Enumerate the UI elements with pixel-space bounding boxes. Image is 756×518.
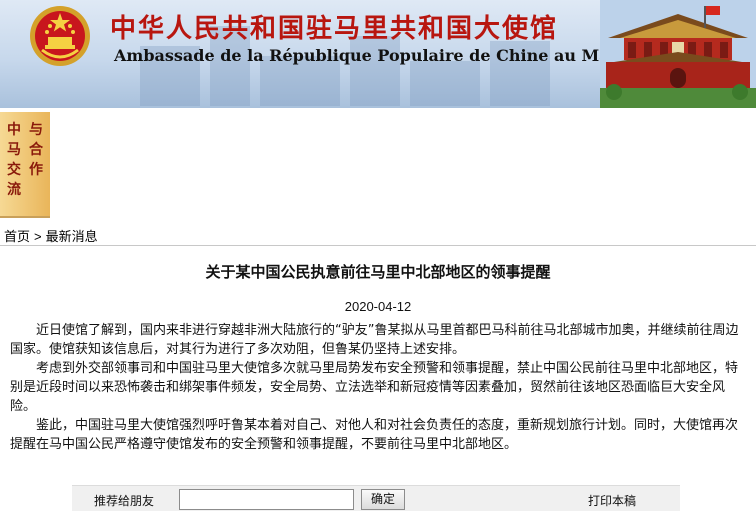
recommend-email-input[interactable] [179,489,354,510]
breadcrumb-section-link[interactable]: 最新消息 [46,229,98,244]
china-mali-cooperation-tag[interactable]: 中马交流 与合作 [0,112,50,216]
national-emblem-icon [30,6,90,66]
breadcrumb-divider [0,245,756,246]
sidetag-col1: 中马交流 [7,122,21,198]
sidetag-divider [0,216,50,218]
breadcrumb-separator: > [34,229,42,244]
article-title: 关于某中国公民执意前往马里中北部地区的领事提醒 [205,263,551,281]
article-body: 近日使馆了解到，国内来非进行穿越非洲大陆旅行的“驴友”鲁某拟从马里首都巴马科前往… [10,321,744,454]
article-paragraph: 近日使馆了解到，国内来非进行穿越非洲大陆旅行的“驴友”鲁某拟从马里首都巴马科前往… [10,323,739,357]
print-link[interactable]: 打印本稿 [588,492,636,509]
site-title-cn: 中华人民共和国驻马里共和国大使馆 [110,14,559,44]
article-toolbar: 推荐给朋友 确定 打印本稿 [72,485,680,511]
tiananmen-gate-icon [600,0,756,108]
sidetag-col2: 与合作 [29,122,43,178]
confirm-button[interactable]: 确定 [361,489,405,510]
recommend-label: 推荐给朋友 [94,494,155,508]
article-paragraph: 考虑到外交部领事司和中国驻马里大使馆多次就马里局势发布安全预警和领事提醒，禁止中… [10,361,739,414]
site-title-fr: Ambassade de la République Populaire de … [114,46,622,65]
article-date: 2020-04-12 [344,299,412,314]
breadcrumb: 首页 > 最新消息 [4,226,98,245]
header-banner: 中华人民共和国驻马里共和国大使馆 Ambassade de la Républi… [0,0,756,108]
article-paragraph: 鉴此，中国驻马里大使馆强烈呼吁鲁某本着对自己、对他人和对社会负责任的态度，重新规… [10,418,739,452]
breadcrumb-home-link[interactable]: 首页 [4,229,30,244]
